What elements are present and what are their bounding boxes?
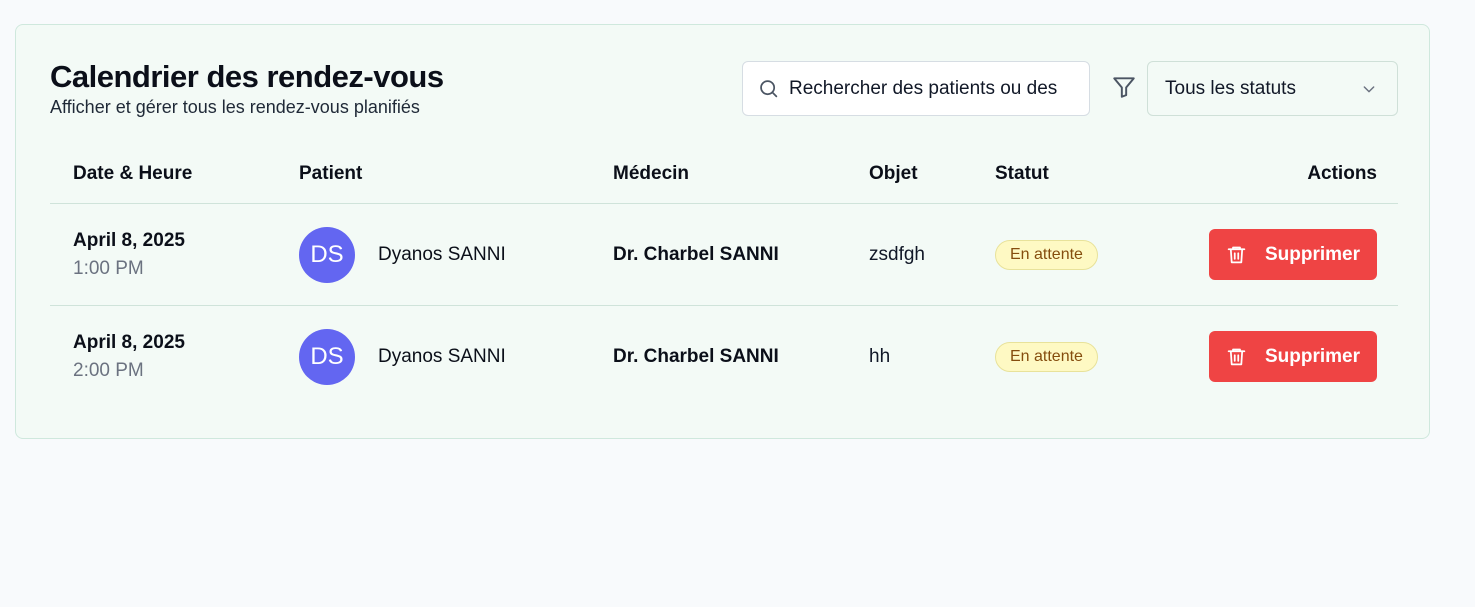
date-cell: April 8, 2025 1:00 PM bbox=[50, 203, 299, 306]
patient-name: Dyanos SANNI bbox=[378, 243, 506, 265]
page-subtitle: Afficher et gérer tous les rendez-vous p… bbox=[50, 97, 420, 117]
status-badge: En attente bbox=[995, 341, 1098, 372]
doctor-cell: Dr. Charbel SANNI bbox=[613, 306, 869, 408]
patient-cell: DS Dyanos SANNI bbox=[299, 203, 613, 306]
column-header-object[interactable]: Objet bbox=[869, 145, 995, 204]
appointment-date: April 8, 2025 bbox=[73, 229, 185, 251]
trash-icon bbox=[1227, 348, 1246, 366]
appointment-object: hh bbox=[869, 345, 891, 367]
status-cell: En attente bbox=[995, 306, 1145, 408]
search-input[interactable] bbox=[789, 77, 1059, 100]
doctor-name: Dr. Charbel SANNI bbox=[613, 243, 779, 265]
date-cell: April 8, 2025 2:00 PM bbox=[50, 306, 299, 408]
status-filter-value: Tous les statuts bbox=[1165, 77, 1296, 99]
delete-button[interactable]: Supprimer bbox=[1208, 331, 1377, 382]
appointments-card: Calendrier des rendez-vous Afficher et g… bbox=[15, 24, 1430, 439]
appointment-object: zsdfgh bbox=[869, 243, 925, 265]
column-header-patient[interactable]: Patient bbox=[299, 145, 613, 204]
object-cell: hh bbox=[869, 306, 995, 408]
status-cell: En attente bbox=[995, 203, 1145, 306]
filter-icon[interactable] bbox=[1111, 74, 1137, 100]
appointment-time: 1:00 PM bbox=[73, 257, 144, 279]
appointment-date: April 8, 2025 bbox=[73, 331, 185, 353]
trash-icon bbox=[1227, 246, 1246, 264]
table-row[interactable]: April 8, 2025 2:00 PM DS Dyanos SANNI Dr… bbox=[50, 306, 1398, 408]
avatar: DS bbox=[299, 226, 355, 283]
actions-cell: Supprimer bbox=[1145, 203, 1398, 306]
column-header-actions: Actions bbox=[1145, 145, 1398, 204]
patient-cell: DS Dyanos SANNI bbox=[299, 306, 613, 408]
appointment-time: 2:00 PM bbox=[73, 359, 144, 381]
column-header-date[interactable]: Date & Heure bbox=[50, 145, 299, 204]
patient-name: Dyanos SANNI bbox=[378, 345, 506, 367]
search-box[interactable] bbox=[742, 61, 1090, 116]
status-badge: En attente bbox=[995, 239, 1098, 270]
column-header-doctor[interactable]: Médecin bbox=[613, 145, 869, 204]
appointments-table: Date & Heure Patient Médecin Objet Statu… bbox=[50, 145, 1398, 407]
delete-button-label: Supprimer bbox=[1264, 243, 1360, 265]
doctor-cell: Dr. Charbel SANNI bbox=[613, 203, 869, 306]
delete-button[interactable]: Supprimer bbox=[1208, 229, 1377, 280]
search-icon bbox=[760, 80, 778, 98]
object-cell: zsdfgh bbox=[869, 203, 995, 306]
delete-button-label: Supprimer bbox=[1264, 345, 1360, 367]
avatar: DS bbox=[299, 328, 355, 385]
doctor-name: Dr. Charbel SANNI bbox=[613, 345, 779, 367]
table-row[interactable]: April 8, 2025 1:00 PM DS Dyanos SANNI Dr… bbox=[50, 203, 1398, 306]
chevron-down-icon bbox=[1363, 86, 1375, 93]
status-filter-select[interactable]: Tous les statuts bbox=[1147, 61, 1398, 116]
table-header-row: Date & Heure Patient Médecin Objet Statu… bbox=[50, 145, 1398, 204]
actions-cell: Supprimer bbox=[1145, 306, 1398, 408]
page-title: Calendrier des rendez-vous bbox=[50, 59, 444, 94]
card-header: Calendrier des rendez-vous Afficher et g… bbox=[50, 59, 1398, 119]
column-header-status[interactable]: Statut bbox=[995, 145, 1145, 204]
